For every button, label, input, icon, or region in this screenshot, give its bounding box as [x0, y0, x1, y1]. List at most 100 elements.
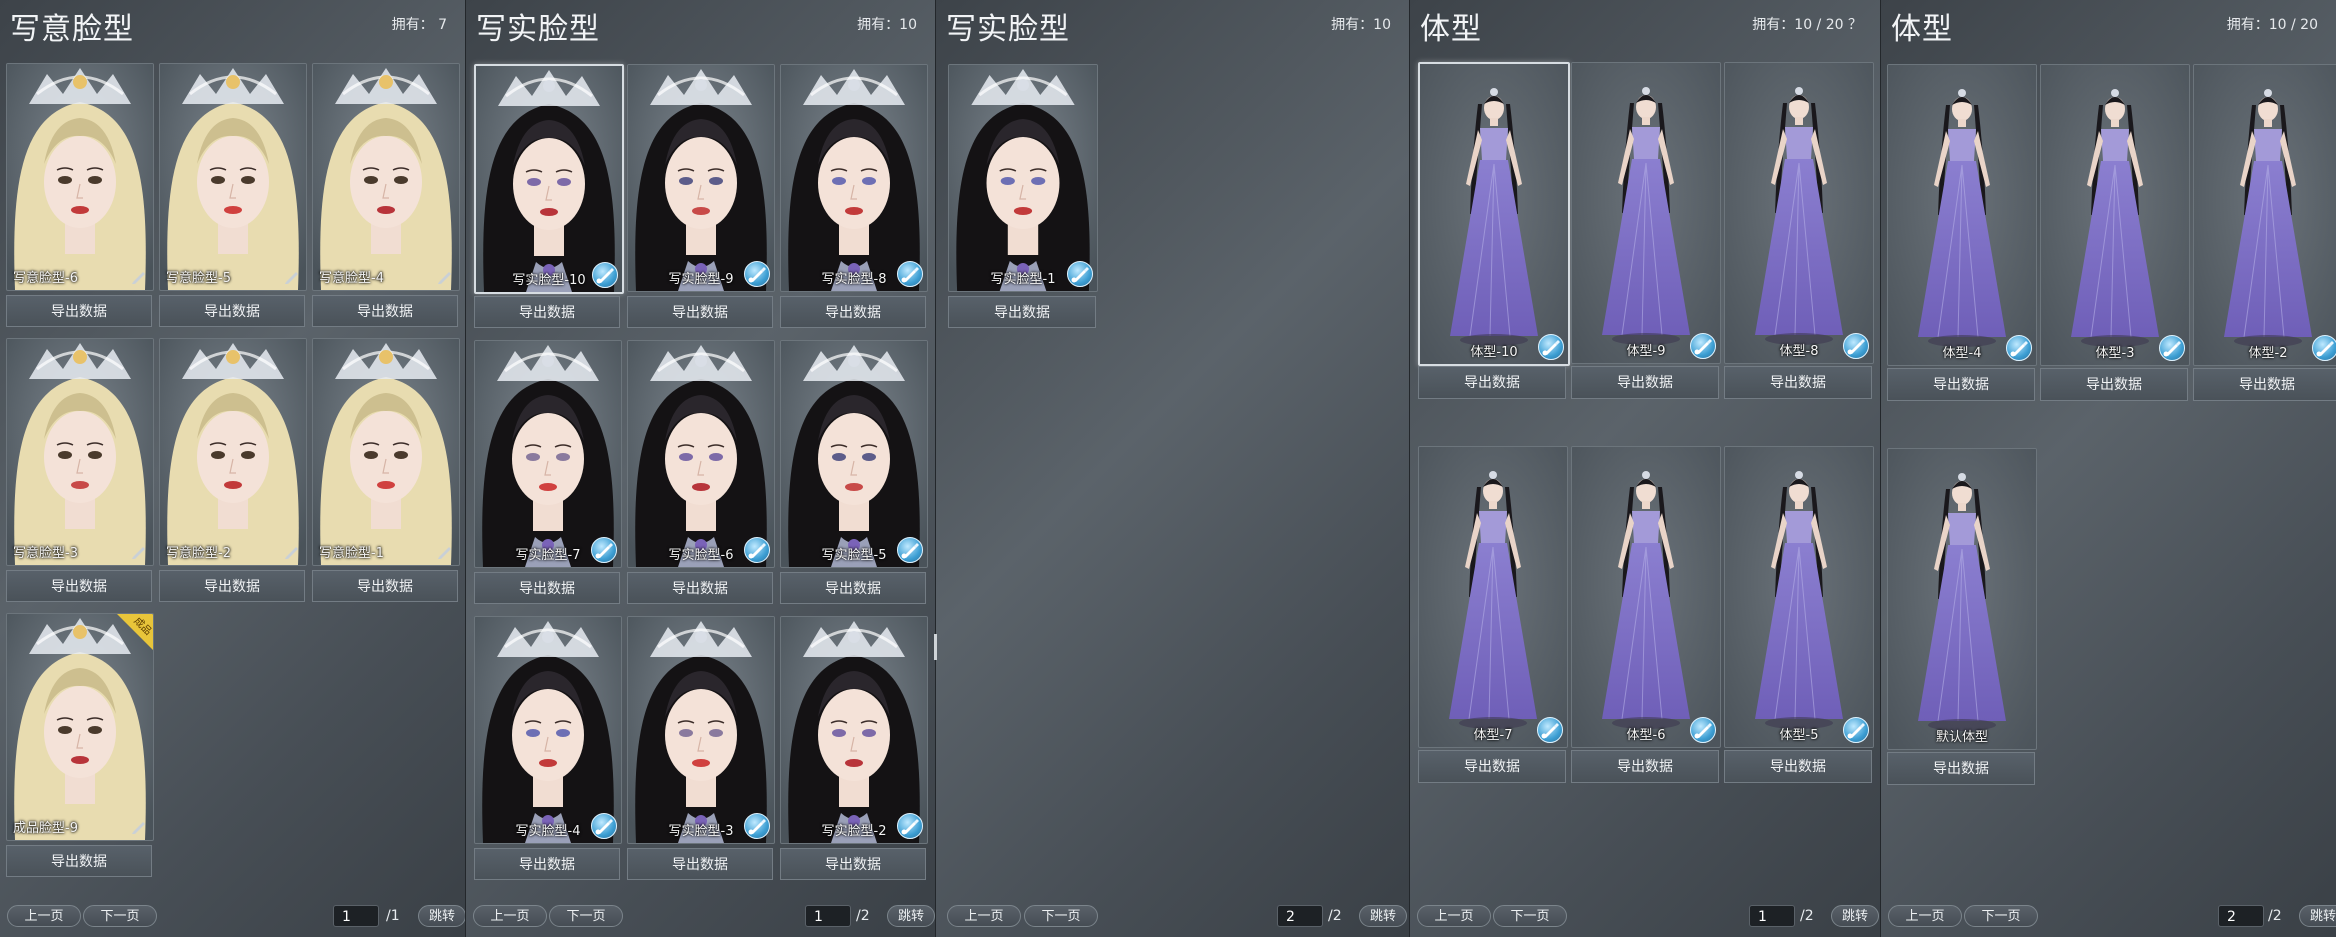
page-number-input[interactable]: 1 [1749, 905, 1795, 927]
pen-icon[interactable] [284, 543, 300, 559]
face-preset-card[interactable]: 写意脸型-3 [6, 338, 154, 566]
export-data-button[interactable]: 导出数据 [474, 296, 620, 328]
pen-icon[interactable] [131, 818, 147, 834]
edit-brush-icon[interactable] [1067, 261, 1093, 287]
export-data-button[interactable]: 导出数据 [6, 845, 152, 877]
export-data-button[interactable]: 导出数据 [1418, 750, 1566, 783]
edit-brush-icon[interactable] [592, 262, 618, 288]
export-data-button[interactable]: 导出数据 [1724, 750, 1872, 783]
jump-button[interactable]: 跳转 [887, 905, 935, 927]
body-preset-card[interactable]: 体型-10 [1418, 62, 1570, 366]
body-preset-card[interactable]: 默认体型 [1887, 448, 2037, 750]
prev-page-button[interactable]: 上一页 [1888, 905, 1962, 927]
jump-button[interactable]: 跳转 [1831, 905, 1879, 927]
face-preset-card[interactable]: 成品脸型-9 成品 [6, 613, 154, 841]
face-preset-card[interactable]: 写实脸型-3 [627, 616, 775, 844]
export-data-button[interactable]: 导出数据 [159, 295, 305, 327]
export-data-button[interactable]: 导出数据 [1887, 368, 2035, 401]
edit-brush-icon[interactable] [2312, 335, 2336, 361]
export-data-button[interactable]: 导出数据 [2040, 368, 2188, 401]
export-data-button[interactable]: 导出数据 [474, 572, 620, 604]
face-preset-card[interactable]: 写意脸型-2 [159, 338, 307, 566]
export-data-button[interactable]: 导出数据 [627, 848, 773, 880]
export-data-button[interactable]: 导出数据 [1724, 366, 1872, 399]
next-page-button[interactable]: 下一页 [1024, 905, 1098, 927]
face-preset-card[interactable]: 写意脸型-4 [312, 63, 460, 291]
edit-brush-icon[interactable] [2159, 335, 2185, 361]
jump-button[interactable]: 跳转 [1359, 905, 1407, 927]
edit-brush-icon[interactable] [897, 261, 923, 287]
body-preset-card[interactable]: 体型-5 [1724, 446, 1874, 748]
face-preset-card[interactable]: 写实脸型-8 [780, 64, 928, 292]
prev-page-button[interactable]: 上一页 [473, 905, 547, 927]
edit-brush-icon[interactable] [744, 537, 770, 563]
export-data-button[interactable]: 导出数据 [2193, 368, 2336, 401]
prev-page-button[interactable]: 上一页 [947, 905, 1021, 927]
export-data-button[interactable]: 导出数据 [312, 295, 458, 327]
page-number-input[interactable]: 1 [333, 905, 379, 927]
face-preset-card[interactable]: 写实脸型-6 [627, 340, 775, 568]
export-data-button[interactable]: 导出数据 [1887, 752, 2035, 785]
jump-button[interactable]: 跳转 [418, 905, 465, 927]
export-data-button[interactable]: 导出数据 [780, 848, 926, 880]
export-data-button[interactable]: 导出数据 [780, 572, 926, 604]
body-preset-card[interactable]: 体型-2 [2193, 64, 2336, 366]
pen-icon[interactable] [131, 543, 147, 559]
face-preset-card[interactable]: 写意脸型-6 [6, 63, 154, 291]
face-preset-card[interactable]: 写实脸型-4 [474, 616, 622, 844]
next-page-button[interactable]: 下一页 [83, 905, 157, 927]
pen-icon[interactable] [131, 268, 147, 284]
export-data-button[interactable]: 导出数据 [1571, 366, 1719, 399]
pen-icon[interactable] [437, 268, 453, 284]
next-page-button[interactable]: 下一页 [1493, 905, 1567, 927]
export-data-button[interactable]: 导出数据 [474, 848, 620, 880]
page-number-input[interactable]: 2 [2218, 905, 2264, 927]
face-preset-card[interactable]: 写实脸型-5 [780, 340, 928, 568]
export-data-button[interactable]: 导出数据 [6, 295, 152, 327]
edit-brush-icon[interactable] [1843, 333, 1869, 359]
edit-brush-icon[interactable] [897, 537, 923, 563]
panel-divider-handle[interactable] [934, 634, 937, 660]
export-data-button[interactable]: 导出数据 [1571, 750, 1719, 783]
face-preset-card[interactable]: 写实脸型-1 [948, 64, 1098, 292]
export-data-button[interactable]: 导出数据 [159, 570, 305, 602]
face-preset-card[interactable]: 写实脸型-2 [780, 616, 928, 844]
face-preset-card[interactable]: 写意脸型-5 [159, 63, 307, 291]
export-data-button[interactable]: 导出数据 [1418, 366, 1566, 399]
face-preset-card[interactable]: 写实脸型-9 [627, 64, 775, 292]
export-data-button[interactable]: 导出数据 [627, 572, 773, 604]
pen-icon[interactable] [284, 268, 300, 284]
edit-brush-icon[interactable] [591, 813, 617, 839]
body-preset-card[interactable]: 体型-7 [1418, 446, 1568, 748]
edit-brush-icon[interactable] [1690, 717, 1716, 743]
body-preset-card[interactable]: 体型-3 [2040, 64, 2190, 366]
edit-brush-icon[interactable] [744, 261, 770, 287]
page-number-input[interactable]: 1 [805, 905, 851, 927]
export-data-button[interactable]: 导出数据 [312, 570, 458, 602]
edit-brush-icon[interactable] [744, 813, 770, 839]
body-preset-card[interactable]: 体型-4 [1887, 64, 2037, 366]
jump-button[interactable]: 跳转 [2299, 905, 2336, 927]
export-data-button[interactable]: 导出数据 [948, 296, 1096, 328]
edit-brush-icon[interactable] [2006, 335, 2032, 361]
export-data-button[interactable]: 导出数据 [627, 296, 773, 328]
next-page-button[interactable]: 下一页 [549, 905, 623, 927]
body-preset-card[interactable]: 体型-8 [1724, 62, 1874, 364]
face-preset-card[interactable]: 写意脸型-1 [312, 338, 460, 566]
edit-brush-icon[interactable] [1690, 333, 1716, 359]
export-data-button[interactable]: 导出数据 [6, 570, 152, 602]
next-page-button[interactable]: 下一页 [1964, 905, 2038, 927]
edit-brush-icon[interactable] [897, 813, 923, 839]
edit-brush-icon[interactable] [1538, 334, 1564, 360]
pen-icon[interactable] [437, 543, 453, 559]
body-preset-card[interactable]: 体型-9 [1571, 62, 1721, 364]
edit-brush-icon[interactable] [1537, 717, 1563, 743]
face-preset-card[interactable]: 写实脸型-10 [474, 64, 624, 294]
edit-brush-icon[interactable] [591, 537, 617, 563]
face-preset-card[interactable]: 写实脸型-7 [474, 340, 622, 568]
export-data-button[interactable]: 导出数据 [780, 296, 926, 328]
prev-page-button[interactable]: 上一页 [1417, 905, 1491, 927]
edit-brush-icon[interactable] [1843, 717, 1869, 743]
body-preset-card[interactable]: 体型-6 [1571, 446, 1721, 748]
prev-page-button[interactable]: 上一页 [7, 905, 81, 927]
